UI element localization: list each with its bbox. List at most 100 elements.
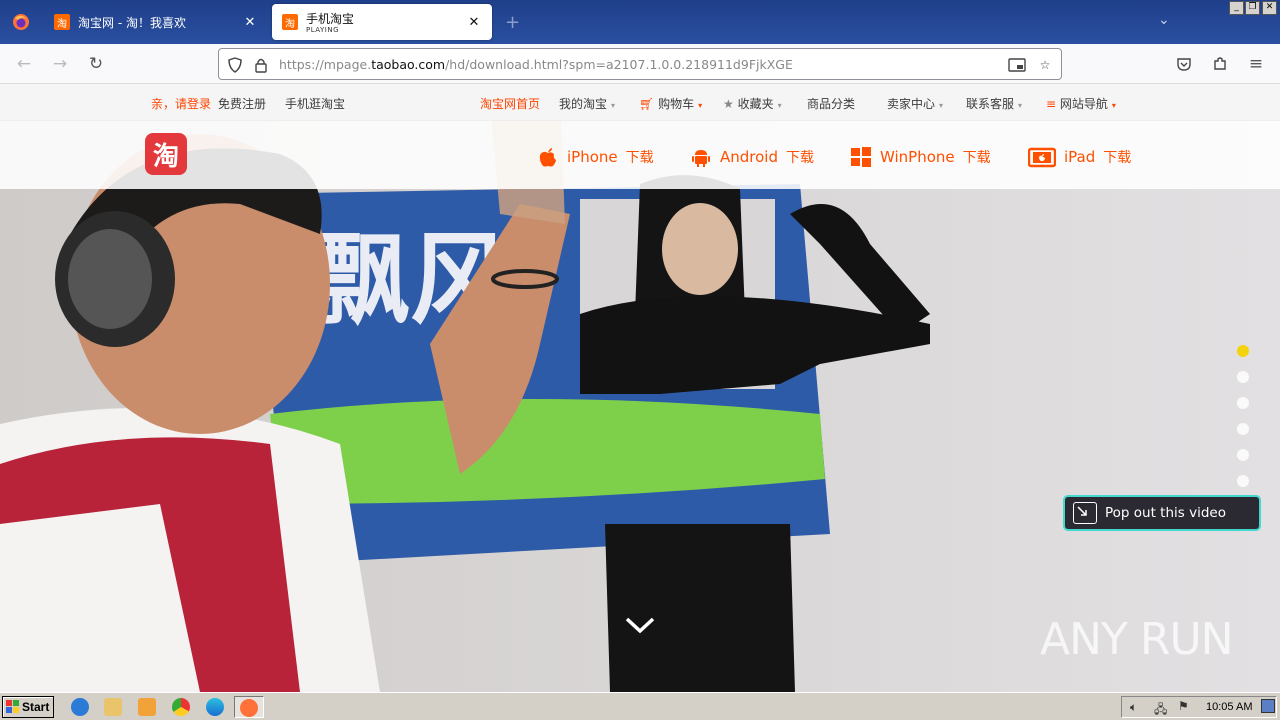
start-button[interactable]: Start	[2, 696, 54, 718]
winphone-download-link[interactable]: WinPhone 下载	[850, 146, 991, 168]
bookmark-star-icon[interactable]: ☆	[1035, 55, 1055, 75]
service-label: 联系客服	[966, 97, 1015, 111]
firefox-icon[interactable]	[0, 0, 42, 44]
download-label: 下载	[1103, 150, 1132, 166]
tab-title: 手机淘宝	[306, 12, 355, 26]
sitemap-label: 网站导航	[1059, 97, 1108, 111]
seller-center-menu[interactable]: 卖家中心 ▾	[887, 95, 943, 112]
browser-tab-bar: 淘 淘宝网 - 淘！我喜欢 ✕ 淘 手机淘宝 PLAYING ✕ + ⌄ _ ❐ …	[0, 0, 1280, 44]
android-download-link[interactable]: Android 下载	[690, 146, 814, 168]
android-icon	[692, 150, 710, 167]
favorites-label: 收藏夹	[737, 97, 774, 111]
download-label: 下载	[962, 150, 991, 166]
chevron-down-icon: ▾	[698, 101, 703, 110]
cart-menu[interactable]: 🛒︎ 购物车 ▾	[639, 95, 702, 112]
slide-dot-6[interactable]	[1237, 475, 1249, 487]
reload-icon[interactable]: ↻	[84, 52, 108, 76]
page-content: 飘风 亲，请登录 免费注册 手机逛淘宝 淘宝网首页 我的淘宝 ▾ 🛒︎ 购物车 ▾ …	[0, 84, 1280, 692]
slide-dot-2[interactable]	[1237, 371, 1249, 383]
favorites-menu[interactable]: ★ 收藏夹 ▾	[723, 95, 782, 112]
anyrun-watermark: ANY RUN	[1040, 614, 1234, 665]
close-icon[interactable]: ✕	[242, 15, 258, 30]
pocket-icon[interactable]	[1172, 52, 1196, 76]
flag-icon[interactable]: ⚑	[1178, 699, 1189, 713]
cart-label: 购物车	[658, 97, 695, 111]
minimize-button[interactable]: _	[1229, 1, 1244, 15]
shield-icon[interactable]	[225, 55, 245, 75]
chevron-down-icon: ▾	[939, 101, 944, 110]
site-map-menu[interactable]: ≡ 网站导航 ▾	[1046, 95, 1116, 112]
firefox-icon	[240, 699, 258, 717]
platform-name: iPhone	[567, 148, 618, 166]
pop-out-video-button[interactable]: Pop out this video	[1063, 495, 1261, 531]
login-link[interactable]: 亲，请登录	[151, 95, 211, 112]
lock-icon[interactable]	[251, 55, 271, 75]
categories-link[interactable]: 商品分类	[807, 95, 855, 112]
show-desktop-icon[interactable]	[1261, 699, 1275, 713]
slide-dot-1[interactable]	[1237, 345, 1249, 357]
url-text[interactable]: https://mpage.taobao.com/hd/download.htm…	[279, 57, 793, 72]
internet-explorer-icon[interactable]	[71, 698, 89, 716]
pop-out-label: Pop out this video	[1105, 505, 1226, 521]
url-prefix: https://mpage.	[279, 57, 372, 72]
start-label: Start	[22, 700, 50, 714]
chevron-down-icon: ▾	[1018, 101, 1023, 110]
slide-dot-5[interactable]	[1237, 449, 1249, 461]
app-download-bar: 淘 iPhone 下载 Android 下载 WinPhone 下载 iPad 下载	[0, 121, 1280, 189]
chevron-down-icon: ▾	[611, 101, 616, 110]
new-tab-icon[interactable]: +	[505, 12, 520, 33]
customer-service-menu[interactable]: 联系客服 ▾	[966, 95, 1022, 112]
slide-dot-4[interactable]	[1237, 423, 1249, 435]
ipad-icon	[1028, 147, 1056, 168]
network-icon[interactable]: 🖧︎	[1154, 700, 1167, 721]
seller-label: 卖家中心	[887, 97, 936, 111]
extensions-icon[interactable]	[1208, 52, 1232, 76]
windows-taskbar: Start 🔈︎ 🖧︎ ⚑ 10:05 AM	[0, 692, 1280, 720]
volume-icon[interactable]: 🔈︎	[1130, 700, 1137, 715]
platform-name: WinPhone	[880, 148, 955, 166]
chrome-icon[interactable]	[172, 698, 190, 716]
download-label: 下载	[625, 150, 654, 166]
list-icon: ≡	[1046, 97, 1057, 111]
scroll-down-chevron-icon[interactable]	[624, 614, 656, 636]
tab-mobile-taobao[interactable]: 淘 手机淘宝 PLAYING ✕	[272, 4, 492, 40]
forward-arrow-icon[interactable]: →	[48, 52, 72, 76]
chevron-down-icon[interactable]: ⌄	[1158, 12, 1170, 28]
windows-icon	[851, 147, 871, 167]
media-player-icon[interactable]	[138, 698, 156, 716]
edge-icon[interactable]	[206, 698, 224, 716]
home-link[interactable]: 淘宝网首页	[480, 95, 540, 112]
picture-in-picture-icon	[1073, 502, 1097, 524]
star-icon: ★	[723, 97, 734, 111]
download-label: 下载	[786, 150, 814, 166]
system-tray: 🔈︎ 🖧︎ ⚑	[1121, 696, 1277, 718]
close-window-button[interactable]: ✕	[1262, 1, 1277, 15]
taobao-favicon: 淘	[282, 14, 298, 30]
picture-in-picture-icon[interactable]	[1007, 55, 1027, 75]
restore-button[interactable]: ❐	[1245, 1, 1260, 15]
chevron-down-icon: ▾	[1111, 101, 1116, 110]
cart-icon: 🛒︎	[639, 97, 655, 111]
file-explorer-icon[interactable]	[104, 698, 122, 716]
back-arrow-icon[interactable]: ←	[12, 52, 36, 76]
iphone-download-link[interactable]: iPhone 下载	[537, 146, 654, 168]
tab-title: 淘宝网 - 淘！我喜欢	[78, 15, 186, 30]
firefox-taskbar-button[interactable]	[234, 696, 264, 718]
hamburger-menu-icon[interactable]: ≡	[1244, 52, 1268, 76]
my-taobao-menu[interactable]: 我的淘宝 ▾	[559, 95, 615, 112]
register-link[interactable]: 免费注册	[218, 95, 266, 112]
url-suffix: /hd/download.html?spm=a2107.1.0.0.218911…	[445, 57, 793, 72]
platform-name: Android	[720, 148, 778, 166]
mobile-taobao-link[interactable]: 手机逛淘宝	[285, 95, 345, 112]
ipad-download-link[interactable]: iPad 下载	[1028, 146, 1131, 168]
taobao-logo[interactable]: 淘	[145, 133, 187, 175]
tab-playing-label: PLAYING	[306, 26, 340, 34]
close-icon[interactable]: ✕	[466, 15, 482, 30]
windows-logo-icon	[6, 700, 19, 713]
slide-dot-3[interactable]	[1237, 397, 1249, 409]
chevron-down-icon: ▾	[777, 101, 782, 110]
apple-icon	[539, 148, 556, 167]
clock: 10:05 AM	[1206, 701, 1253, 713]
url-bar[interactable]: https://mpage.taobao.com/hd/download.htm…	[218, 48, 1062, 80]
tab-taobao-home[interactable]: 淘 淘宝网 - 淘！我喜欢 ✕	[44, 4, 268, 40]
